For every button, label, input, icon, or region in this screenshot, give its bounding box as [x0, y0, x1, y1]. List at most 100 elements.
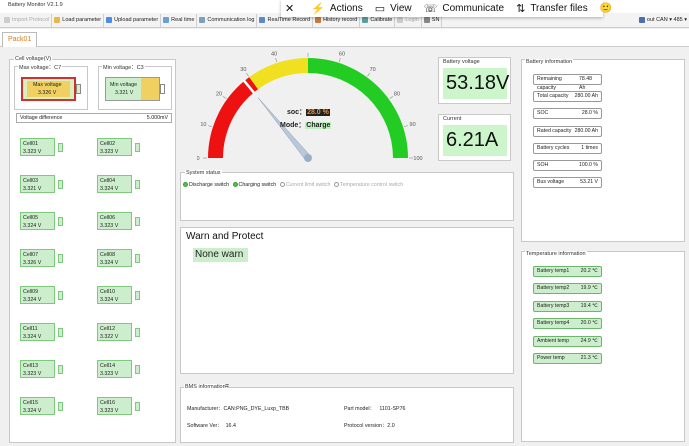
chevron-down-icon: ▾: [669, 17, 672, 23]
cursor-icon: ⌗: [225, 383, 229, 390]
real-time-button[interactable]: Real time: [161, 13, 198, 27]
voltage-difference-value: 5.000mV: [146, 115, 168, 121]
bms-information-panel: BMS information ⌗ Manufacturer：CAN:PNG_D…: [180, 383, 514, 443]
battery-information-title: Battery information: [525, 59, 574, 65]
software-version-row: Software Ver： 16.4: [187, 423, 236, 429]
soc-label: soc：: [287, 109, 307, 116]
cell-name: Cell06: [100, 215, 116, 221]
transfer-files-menu[interactable]: ⇅ Transfer files: [512, 2, 596, 15]
cell-value: 3.323 V: [23, 371, 42, 377]
cell-7: Cell07 3.326 V: [20, 249, 63, 267]
warn-protect-title: Warn and Protect: [185, 231, 265, 242]
gauge-tick-label: 20: [216, 91, 222, 97]
cell-value: 3.326 V: [23, 260, 42, 266]
soc-readout: soc：28.0 %: [287, 107, 330, 117]
max-voltage-label: Max voltage：C7: [18, 63, 63, 71]
current-label: Current: [442, 116, 463, 122]
cell-16: Cell16 3.323 V: [97, 397, 140, 415]
indicator-on-icon: [232, 182, 238, 188]
current-panel: Current 6.21A: [438, 114, 511, 161]
communication-log-button[interactable]: Communication log: [197, 13, 258, 27]
warn-protect-panel: Warn and Protect None warn: [180, 227, 514, 374]
gauge-tick-label: 40: [271, 51, 277, 57]
min-voltage-battery-icon: Min voltage 3.321 V: [105, 77, 160, 101]
voltage-difference-row: Voltage difference 5.000mV: [16, 113, 172, 123]
cell-terminal: [58, 217, 63, 226]
user-icon: [397, 17, 404, 23]
system-status-title: System status: [185, 170, 222, 176]
protocol-value-select[interactable]: 485: [674, 17, 683, 23]
cell-value: 3.324 V: [100, 186, 119, 192]
tab-pack01[interactable]: Pack01: [2, 32, 38, 47]
cell-name: Cell09: [23, 289, 39, 295]
cell-terminal: [135, 254, 140, 263]
cell-name: Cell07: [23, 252, 39, 258]
import-protocol-button[interactable]: Import Protocol: [2, 13, 53, 27]
cell-value: 3.324 V: [23, 223, 42, 229]
max-voltage-value: 3.326 V: [38, 90, 57, 96]
import-icon: [4, 17, 10, 23]
load-parameter-button[interactable]: Load parameter: [52, 13, 105, 27]
gauge-tick-label: 90: [410, 122, 416, 128]
battery-info-row: Bus voltage 53.21 V: [533, 177, 602, 189]
cell-4: Cell04 3.324 V: [97, 175, 140, 193]
cell-name: Cell15: [23, 400, 39, 406]
cell-value: 3.321 V: [23, 186, 42, 192]
battery-info-row: Battery cycles 1 times: [533, 142, 602, 154]
communicate-menu[interactable]: ☏ Communicate: [420, 2, 512, 15]
gauge-tick-label: 70: [370, 67, 376, 73]
part-model-row: Part model： 1101-SP76: [344, 406, 406, 412]
window-title: Battery Monitor V2.1.9: [8, 2, 63, 8]
folder-icon: [54, 17, 61, 23]
battery-info-row: Remaining capacity 78.48 Ah: [533, 74, 602, 91]
max-voltage-group: Max voltage：C7 Max voltage 3.326 V: [14, 63, 88, 110]
cell-value: 3.323 V: [100, 223, 119, 229]
system-status-panel: System status Discharge switch Charging …: [180, 170, 514, 221]
mode-value: Charge: [305, 122, 332, 129]
cell-11: Cell11 3.324 V: [20, 323, 63, 341]
gauge-tick-label: 30: [240, 67, 246, 73]
gauge-arc-yellow: [249, 58, 308, 90]
cell-value: 3.323 V: [100, 408, 119, 414]
cell-name: Cell13: [23, 363, 39, 369]
max-voltage-name: Max voltage: [33, 82, 62, 88]
cell-terminal: [58, 254, 63, 263]
actions-menu[interactable]: ⚡ Actions: [307, 2, 371, 15]
battery-info-row: SOC 28.0 %: [533, 108, 602, 120]
cell-name: Cell04: [100, 178, 116, 184]
temperature-row: Battery temp3 19.4 ℃: [533, 300, 602, 312]
soc-value: 28.0 %: [306, 109, 330, 116]
close-icon: ✕: [285, 3, 295, 15]
current-limit-switch: Current limit switch: [279, 182, 330, 188]
cell-voltage-panel: Cell voltage(V) Max voltage：C7 Max volta…: [9, 56, 176, 443]
gauge-tick: [338, 58, 341, 63]
calibrate-icon: [362, 17, 369, 23]
gauge-tick: [208, 125, 213, 128]
view-menu[interactable]: ▭ View: [371, 2, 420, 15]
indicator-off-icon: [333, 182, 339, 188]
upload-parameter-button[interactable]: Upload parameter: [104, 13, 162, 27]
cell-name: Cell14: [100, 363, 116, 369]
cell-value: 3.322 V: [100, 334, 119, 340]
min-voltage-name: Min voltage: [110, 82, 138, 88]
gauge-tick-label: 10: [200, 122, 206, 128]
port-selector[interactable]: out CAN ▾ 485 ▾: [637, 14, 689, 27]
protocol-select[interactable]: CAN: [656, 17, 668, 23]
cell-value: 3.323 V: [100, 149, 119, 155]
transfer-icon: ⇅: [516, 3, 526, 15]
cell-terminal: [58, 291, 63, 300]
emoji-button[interactable]: 🙂: [596, 3, 620, 14]
remote-session-bar: ✕ ⚡ Actions ▭ View ☏ Communicate ⇅ Transfer …: [281, 0, 612, 17]
switch-list: Discharge switch Charging switch Current…: [183, 182, 403, 188]
gauge-tick: [275, 58, 278, 63]
cell-3: Cell03 3.321 V: [20, 175, 63, 193]
upload-icon: [106, 17, 113, 23]
mode-readout: Mode：Charge: [280, 120, 332, 130]
cell-terminal: [58, 180, 63, 189]
cell-terminal: [58, 143, 63, 152]
cell-terminal: [58, 402, 63, 411]
tab-bar: Pack01: [0, 29, 689, 47]
close-session-button[interactable]: ✕: [281, 2, 307, 15]
discharge-switch: Discharge switch: [183, 182, 229, 188]
min-voltage-label: Min voltage：C3: [102, 63, 145, 71]
